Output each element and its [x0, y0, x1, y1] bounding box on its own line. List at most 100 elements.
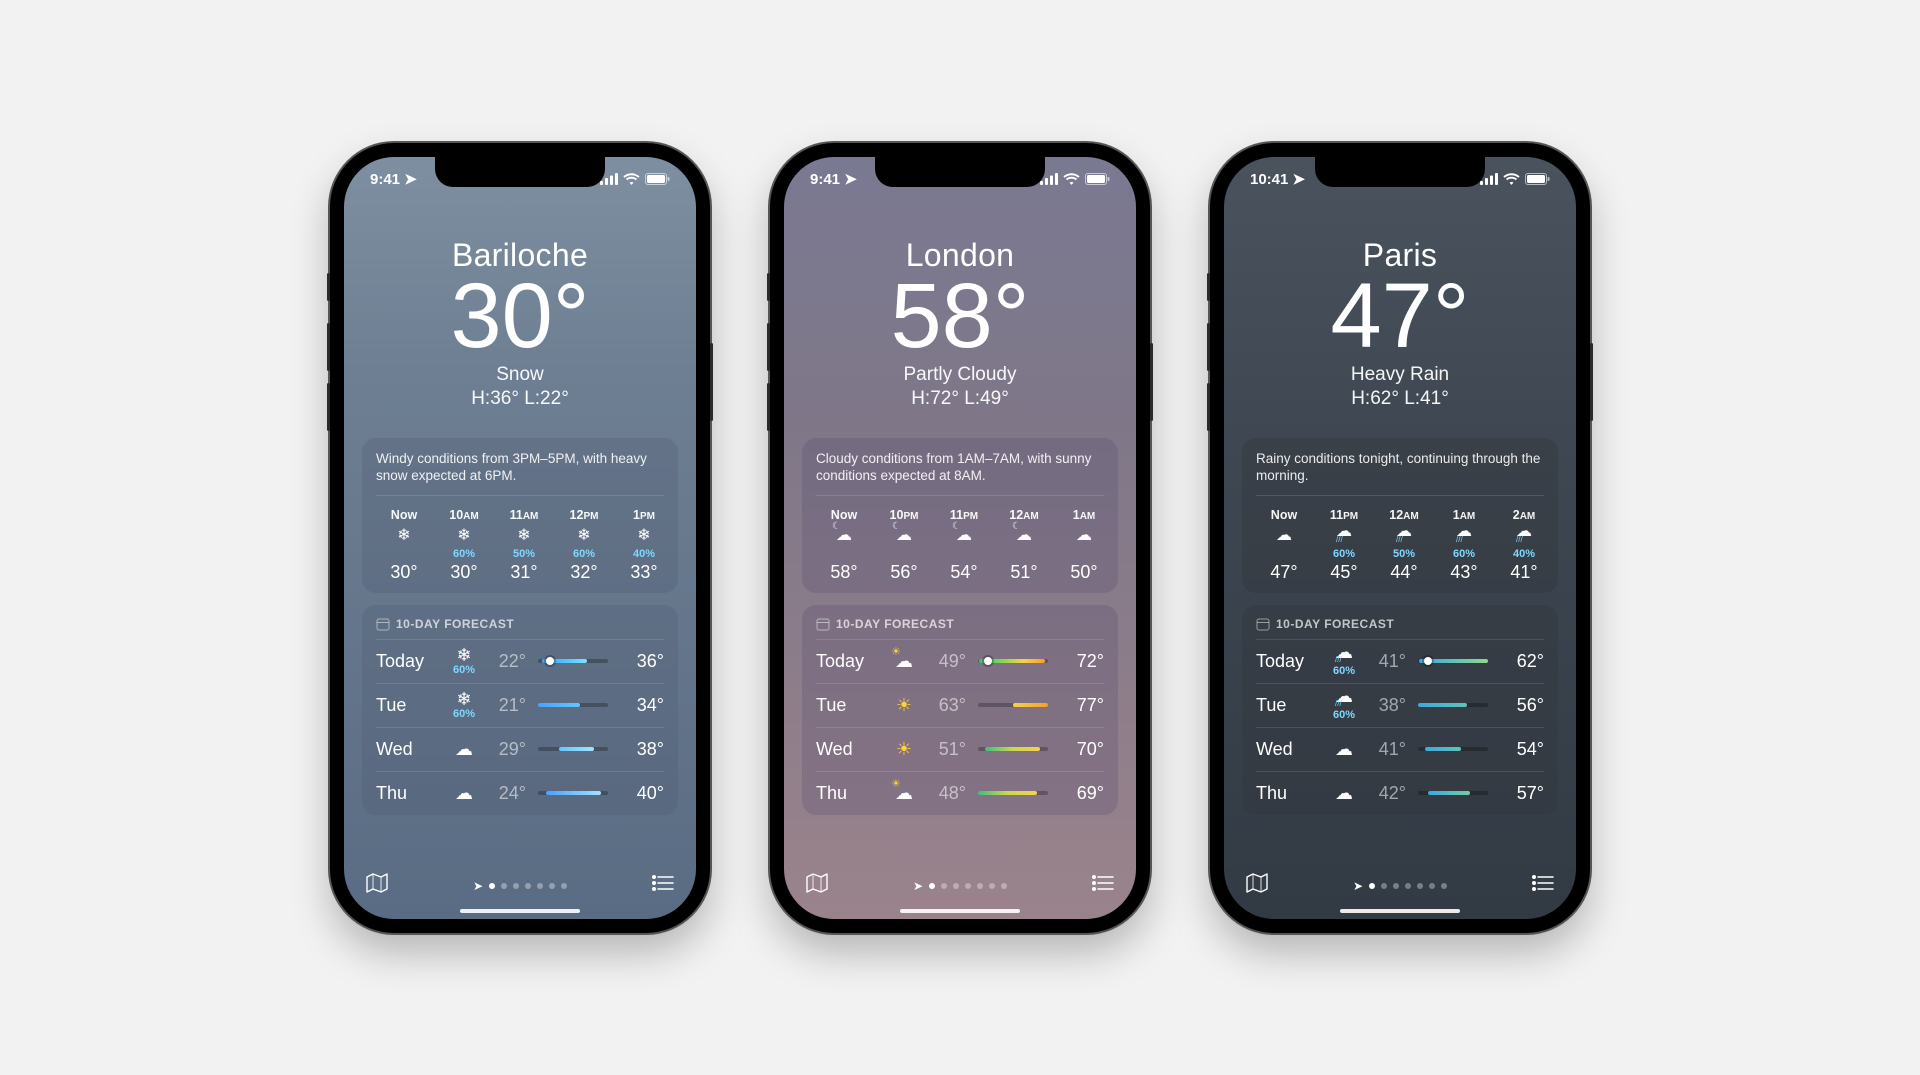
map-button[interactable]	[1246, 873, 1268, 898]
list-button[interactable]	[1532, 875, 1554, 896]
daily-row[interactable]: Tue ☀︎ 63° 77°	[816, 683, 1104, 727]
hourly-item[interactable]: 1PM ❄︎ 40% 33°	[616, 508, 664, 583]
home-indicator[interactable]	[1340, 909, 1460, 913]
snow-icon: ❄︎	[457, 524, 470, 546]
daily-day: Today	[816, 651, 882, 672]
daily-card[interactable]: 10-DAY FORECAST Today ❄︎ 60% 22° 36° Tue…	[362, 605, 678, 815]
page-dots[interactable]: ➤	[473, 879, 567, 893]
current-condition: Snow	[362, 364, 678, 386]
hourly-item[interactable]: 1AM ☁︎ 50°	[1056, 508, 1104, 583]
daily-day: Today	[376, 651, 442, 672]
list-button[interactable]	[1092, 875, 1114, 896]
status-bar: 9:41 ➤	[784, 157, 1136, 201]
hourly-item[interactable]: 11AM ❄︎ 50% 31°	[496, 508, 552, 583]
weather-screen[interactable]: 10:41 ➤ Paris 47° Heavy Rain H:62° L:41°…	[1224, 157, 1576, 919]
snow-icon: ❄︎	[577, 524, 590, 546]
hourly-scroll[interactable]: Now ☁︎ 47° 11PM ☁︎/// 60% 45° 12AM ☁︎///…	[1256, 508, 1544, 583]
page-dots[interactable]: ➤	[1353, 879, 1447, 893]
hourly-item[interactable]: 11PM ☁︎/// 60% 45°	[1316, 508, 1372, 583]
hourly-card[interactable]: Windy conditions from 3PM–5PM, with heav…	[362, 438, 678, 593]
daily-row[interactable]: Today ☁︎/// 60% 41° 62°	[1256, 639, 1544, 683]
hourly-time: 10AM	[449, 508, 478, 522]
hourly-temp: 41°	[1510, 562, 1537, 583]
map-button[interactable]	[366, 873, 388, 898]
current-temp: 58°	[802, 270, 1118, 362]
hourly-time: 1AM	[1073, 508, 1096, 522]
high-low: H:62° L:41°	[1242, 388, 1558, 410]
weather-screen[interactable]: 9:41 ➤ Bariloche 30° Snow H:36° L:22° Wi…	[344, 157, 696, 919]
hourly-item[interactable]: 12AM ☁︎/// 50% 44°	[1376, 508, 1432, 583]
daily-high: 54°	[1500, 739, 1544, 760]
daily-row[interactable]: Today ☀︎☁︎ 49° 72°	[816, 639, 1104, 683]
daily-temp-bar	[978, 747, 1048, 751]
hourly-temp: 33°	[630, 562, 657, 583]
calendar-icon	[816, 617, 830, 631]
weather-screen[interactable]: 9:41 ➤ London 58° Partly Cloudy H:72° L:…	[784, 157, 1136, 919]
hourly-scroll[interactable]: Now ❄︎ 30° 10AM ❄︎ 60% 30° 11AM ❄︎ 50% 3…	[376, 508, 664, 583]
hourly-card[interactable]: Rainy conditions tonight, continuing thr…	[1242, 438, 1558, 593]
daily-card[interactable]: 10-DAY FORECAST Today ☀︎☁︎ 49° 72° Tue ☀…	[802, 605, 1118, 815]
daily-low: 41°	[1366, 739, 1406, 760]
daily-high: 36°	[620, 651, 664, 672]
hourly-scroll[interactable]: Now ☾☁︎ 58° 10PM ☾☁︎ 56° 11PM ☾☁︎ 54° 12…	[816, 508, 1104, 583]
list-icon	[1092, 875, 1114, 891]
daily-low: 48°	[926, 783, 966, 804]
daily-row[interactable]: Tue ❄︎ 60% 21° 34°	[376, 683, 664, 727]
daily-high: 62°	[1500, 651, 1544, 672]
hourly-time: 1PM	[633, 508, 655, 522]
hourly-time: 1AM	[1453, 508, 1476, 522]
hourly-item[interactable]: 12AM ☾☁︎ 51°	[996, 508, 1052, 583]
daily-temp-bar	[978, 791, 1048, 795]
daily-high: 70°	[1060, 739, 1104, 760]
current-condition: Heavy Rain	[1242, 364, 1558, 386]
hourly-item[interactable]: Now ❄︎ 30°	[376, 508, 432, 583]
daily-row[interactable]: Wed ☀︎ 51° 70°	[816, 727, 1104, 771]
daily-temp-bar	[978, 659, 1048, 663]
daily-row[interactable]: Wed ☁︎ 41° 54°	[1256, 727, 1544, 771]
cloud-icon: ☁︎	[455, 784, 473, 802]
hourly-card[interactable]: Cloudy conditions from 1AM–7AM, with sun…	[802, 438, 1118, 593]
daily-high: 38°	[620, 739, 664, 760]
daily-card[interactable]: 10-DAY FORECAST Today ☁︎/// 60% 41° 62° …	[1242, 605, 1558, 815]
hourly-item[interactable]: 12PM ❄︎ 60% 32°	[556, 508, 612, 583]
map-button[interactable]	[806, 873, 828, 898]
home-indicator[interactable]	[460, 909, 580, 913]
current-conditions: London 58° Partly Cloudy H:72° L:49°	[802, 237, 1118, 410]
rain-cloud-icon: ☁︎	[1276, 524, 1292, 546]
home-indicator[interactable]	[900, 909, 1020, 913]
daily-row[interactable]: Thu ☀︎☁︎ 48° 69°	[816, 771, 1104, 815]
daily-row[interactable]: Thu ☁︎ 42° 57°	[1256, 771, 1544, 815]
hourly-item[interactable]: 2AM ☁︎/// 40% 41°	[1496, 508, 1544, 583]
daily-temp-bar	[538, 747, 608, 751]
hourly-temp: 32°	[570, 562, 597, 583]
hourly-item[interactable]: 10AM ❄︎ 60% 30°	[436, 508, 492, 583]
hourly-item[interactable]: 11PM ☾☁︎ 54°	[936, 508, 992, 583]
partly-night-icon: ☾☁︎	[1016, 524, 1032, 546]
page-dots[interactable]: ➤	[913, 879, 1007, 893]
snow-icon: ❄︎	[637, 524, 650, 546]
daily-temp-bar	[1418, 791, 1488, 795]
daily-temp-bar	[538, 659, 608, 663]
daily-day: Tue	[816, 695, 882, 716]
daily-row[interactable]: Tue ☁︎/// 60% 38° 56°	[1256, 683, 1544, 727]
location-arrow-icon: ➤	[404, 171, 417, 188]
list-button[interactable]	[652, 875, 674, 896]
hourly-item[interactable]: Now ☾☁︎ 58°	[816, 508, 872, 583]
daily-row[interactable]: Today ❄︎ 60% 22° 36°	[376, 639, 664, 683]
daily-temp-bar	[1418, 703, 1488, 707]
hourly-item[interactable]: 1AM ☁︎/// 60% 43°	[1436, 508, 1492, 583]
daily-temp-bar	[538, 703, 608, 707]
status-time: 9:41 ➤	[370, 170, 417, 188]
forecast-summary: Rainy conditions tonight, continuing thr…	[1256, 450, 1544, 496]
hourly-temp: 30°	[390, 562, 417, 583]
hourly-item[interactable]: Now ☁︎ 47°	[1256, 508, 1312, 583]
daily-row[interactable]: Thu ☁︎ 24° 40°	[376, 771, 664, 815]
daily-temp-bar	[1418, 659, 1488, 663]
status-right	[1040, 173, 1110, 185]
hourly-temp: 31°	[510, 562, 537, 583]
hourly-time: 11PM	[1330, 508, 1358, 522]
hourly-item[interactable]: 10PM ☾☁︎ 56°	[876, 508, 932, 583]
daily-row[interactable]: Wed ☁︎ 29° 38°	[376, 727, 664, 771]
sun-icon: ☀︎	[896, 740, 912, 758]
daily-day: Thu	[1256, 783, 1322, 804]
